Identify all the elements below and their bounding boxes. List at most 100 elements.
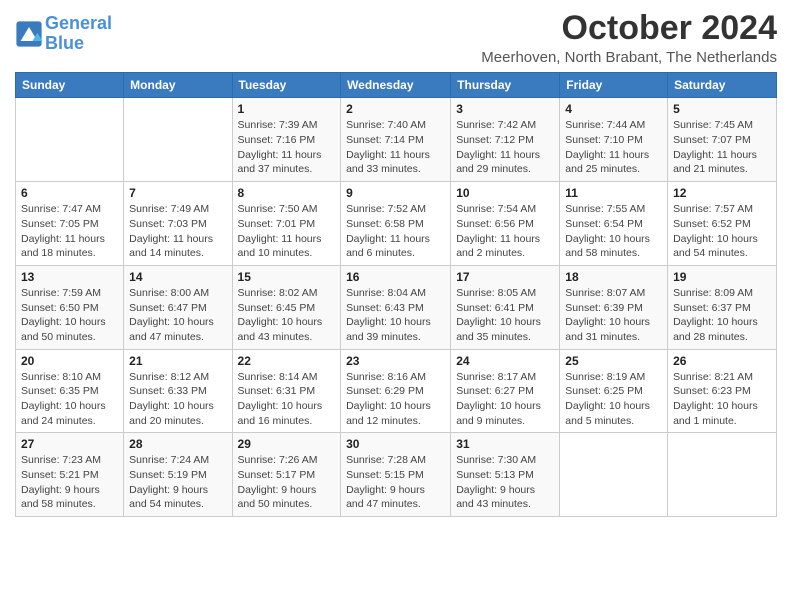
day-cell: 5Sunrise: 7:45 AMSunset: 7:07 PMDaylight… (668, 98, 777, 182)
day-number: 1 (238, 102, 336, 116)
location: Meerhoven, North Brabant, The Netherland… (481, 49, 777, 66)
day-cell: 1Sunrise: 7:39 AMSunset: 7:16 PMDaylight… (232, 98, 341, 182)
day-number: 26 (673, 354, 771, 368)
day-number: 23 (346, 354, 445, 368)
day-number: 12 (673, 186, 771, 200)
day-detail: Sunrise: 7:55 AMSunset: 6:54 PMDaylight:… (565, 202, 662, 261)
logo: General Blue (15, 14, 112, 54)
day-cell: 13 Sunrise: 7:59 AMSunset: 6:50 PMDayligh… (16, 265, 124, 349)
day-number: 24 (456, 354, 554, 368)
day-cell: 3 Sunrise: 7:42 AMSunset: 7:12 PMDaylight… (451, 98, 560, 182)
day-detail: Sunrise: 7:26 AMSunset: 5:17 PMDaylight:… (238, 453, 336, 512)
day-cell: 27 Sunrise: 7:23 AMSunset: 5:21 PMDayligh… (16, 433, 124, 517)
day-detail: Sunrise: 7:23 AMSunset: 5:21 PMDaylight:… (21, 453, 118, 512)
day-cell: 24Sunrise: 8:17 AMSunset: 6:27 PMDayligh… (451, 349, 560, 433)
day-number: 10 (456, 186, 554, 200)
day-number: 28 (129, 437, 226, 451)
day-number: 25 (565, 354, 662, 368)
logo-text: General Blue (45, 14, 112, 54)
day-cell: 4 Sunrise: 7:44 AMSunset: 7:10 PMDaylight… (560, 98, 668, 182)
day-cell: 29 Sunrise: 7:26 AMSunset: 5:17 PMDayligh… (232, 433, 341, 517)
day-number: 9 (346, 186, 445, 200)
calendar-table: SundayMondayTuesdayWednesdayThursdayFrid… (15, 72, 777, 517)
day-detail: Sunrise: 7:52 AMSunset: 6:58 PMDaylight:… (346, 202, 445, 261)
day-number: 30 (346, 437, 445, 451)
day-cell: 28Sunrise: 7:24 AMSunset: 5:19 PMDayligh… (124, 433, 232, 517)
day-detail: Sunrise: 7:28 AMSunset: 5:15 PMDaylight:… (346, 453, 445, 512)
day-detail: Sunrise: 8:12 AMSunset: 6:33 PMDaylight:… (129, 370, 226, 429)
day-cell (668, 433, 777, 517)
day-number: 6 (21, 186, 118, 200)
day-cell: 17 Sunrise: 8:05 AMSunset: 6:41 PMDayligh… (451, 265, 560, 349)
column-header-saturday: Saturday (668, 73, 777, 98)
day-detail: Sunrise: 7:49 AMSunset: 7:03 PMDaylight:… (129, 202, 226, 261)
day-detail: Sunrise: 7:50 AMSunset: 7:01 PMDaylight:… (238, 202, 336, 261)
day-cell (560, 433, 668, 517)
day-detail: Sunrise: 7:59 AMSunset: 6:50 PMDaylight:… (21, 286, 118, 345)
day-number: 22 (238, 354, 336, 368)
column-header-tuesday: Tuesday (232, 73, 341, 98)
day-cell: 30 Sunrise: 7:28 AMSunset: 5:15 PMDayligh… (341, 433, 451, 517)
week-row-5: 27 Sunrise: 7:23 AMSunset: 5:21 PMDayligh… (16, 433, 777, 517)
day-number: 11 (565, 186, 662, 200)
month-title: October 2024 (481, 10, 777, 47)
day-detail: Sunrise: 7:30 AMSunset: 5:13 PMDaylight:… (456, 453, 554, 512)
day-detail: Sunrise: 8:16 AMSunset: 6:29 PMDaylight:… (346, 370, 445, 429)
day-number: 21 (129, 354, 226, 368)
day-cell: 8 Sunrise: 7:50 AMSunset: 7:01 PMDaylight… (232, 182, 341, 266)
day-number: 31 (456, 437, 554, 451)
day-detail: Sunrise: 8:00 AMSunset: 6:47 PMDaylight:… (129, 286, 226, 345)
day-cell: 14 Sunrise: 8:00 AMSunset: 6:47 PMDayligh… (124, 265, 232, 349)
day-cell (16, 98, 124, 182)
day-cell: 18 Sunrise: 8:07 AMSunset: 6:39 PMDayligh… (560, 265, 668, 349)
day-detail: Sunrise: 8:04 AMSunset: 6:43 PMDaylight:… (346, 286, 445, 345)
day-number: 16 (346, 270, 445, 284)
day-cell: 10Sunrise: 7:54 AMSunset: 6:56 PMDayligh… (451, 182, 560, 266)
day-cell: 15 Sunrise: 8:02 AMSunset: 6:45 PMDayligh… (232, 265, 341, 349)
day-detail: Sunrise: 8:14 AMSunset: 6:31 PMDaylight:… (238, 370, 336, 429)
day-detail: Sunrise: 8:05 AMSunset: 6:41 PMDaylight:… (456, 286, 554, 345)
day-detail: Sunrise: 7:57 AMSunset: 6:52 PMDaylight:… (673, 202, 771, 261)
day-number: 27 (21, 437, 118, 451)
day-number: 7 (129, 186, 226, 200)
day-number: 14 (129, 270, 226, 284)
day-cell: 21 Sunrise: 8:12 AMSunset: 6:33 PMDayligh… (124, 349, 232, 433)
day-number: 15 (238, 270, 336, 284)
day-detail: Sunrise: 7:44 AMSunset: 7:10 PMDaylight:… (565, 118, 662, 177)
day-number: 29 (238, 437, 336, 451)
day-detail: Sunrise: 8:02 AMSunset: 6:45 PMDaylight:… (238, 286, 336, 345)
day-cell: 9 Sunrise: 7:52 AMSunset: 6:58 PMDaylight… (341, 182, 451, 266)
day-cell (124, 98, 232, 182)
title-block: October 2024 Meerhoven, North Brabant, T… (481, 10, 777, 66)
day-detail: Sunrise: 8:07 AMSunset: 6:39 PMDaylight:… (565, 286, 662, 345)
day-number: 19 (673, 270, 771, 284)
day-cell: 31 Sunrise: 7:30 AMSunset: 5:13 PMDayligh… (451, 433, 560, 517)
day-cell: 23 Sunrise: 8:16 AMSunset: 6:29 PMDayligh… (341, 349, 451, 433)
day-cell: 7 Sunrise: 7:49 AMSunset: 7:03 PMDaylight… (124, 182, 232, 266)
day-number: 18 (565, 270, 662, 284)
day-cell: 19 Sunrise: 8:09 AMSunset: 6:37 PMDayligh… (668, 265, 777, 349)
day-number: 4 (565, 102, 662, 116)
logo-icon (15, 20, 43, 48)
day-cell: 12 Sunrise: 7:57 AMSunset: 6:52 PMDayligh… (668, 182, 777, 266)
week-row-4: 20Sunrise: 8:10 AMSunset: 6:35 PMDayligh… (16, 349, 777, 433)
day-cell: 26Sunrise: 8:21 AMSunset: 6:23 PMDayligh… (668, 349, 777, 433)
day-number: 5 (673, 102, 771, 116)
day-detail: Sunrise: 8:19 AMSunset: 6:25 PMDaylight:… (565, 370, 662, 429)
day-number: 3 (456, 102, 554, 116)
day-number: 17 (456, 270, 554, 284)
day-cell: 2Sunrise: 7:40 AMSunset: 7:14 PMDaylight… (341, 98, 451, 182)
header-row: SundayMondayTuesdayWednesdayThursdayFrid… (16, 73, 777, 98)
column-header-friday: Friday (560, 73, 668, 98)
day-detail: Sunrise: 8:09 AMSunset: 6:37 PMDaylight:… (673, 286, 771, 345)
day-cell: 20Sunrise: 8:10 AMSunset: 6:35 PMDayligh… (16, 349, 124, 433)
week-row-2: 6Sunrise: 7:47 AMSunset: 7:05 PMDaylight… (16, 182, 777, 266)
column-header-sunday: Sunday (16, 73, 124, 98)
day-number: 8 (238, 186, 336, 200)
day-detail: Sunrise: 7:42 AMSunset: 7:12 PMDaylight:… (456, 118, 554, 177)
day-number: 13 (21, 270, 118, 284)
day-cell: 11 Sunrise: 7:55 AMSunset: 6:54 PMDayligh… (560, 182, 668, 266)
column-header-monday: Monday (124, 73, 232, 98)
day-number: 20 (21, 354, 118, 368)
day-cell: 16 Sunrise: 8:04 AMSunset: 6:43 PMDayligh… (341, 265, 451, 349)
